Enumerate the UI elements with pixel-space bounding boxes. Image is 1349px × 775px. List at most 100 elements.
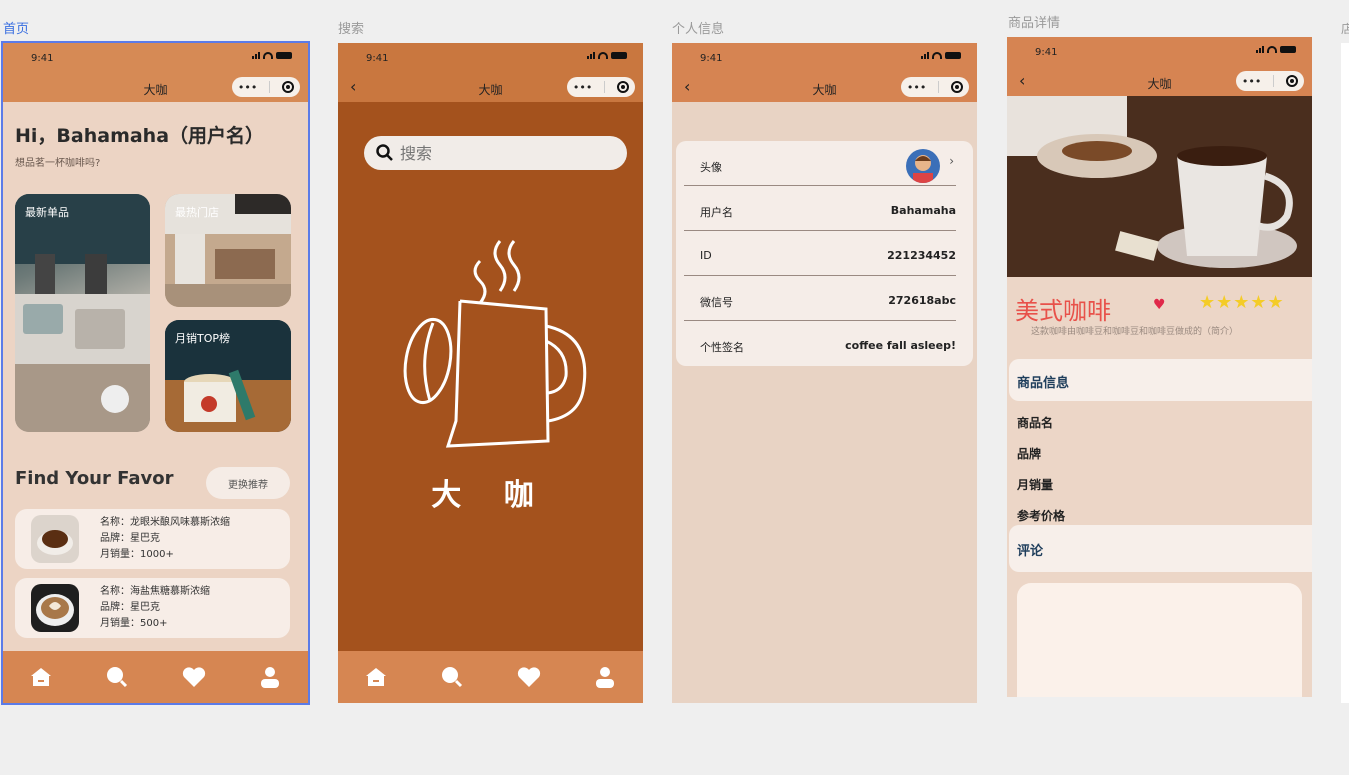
recommendation-item[interactable]: 名称：海盐焦糖慕斯浓缩 品牌：星巴克 月销量：500+ (15, 578, 290, 638)
profile-row-id[interactable]: ID 221234452 (684, 231, 956, 276)
wifi-icon (932, 52, 942, 59)
profile-key: 个性签名 (700, 341, 744, 354)
home-frame[interactable]: 9:41 大咖 ••• Hi，Bahamaha（用户名） 想品茗一杯咖啡吗? 最… (1, 41, 310, 705)
profile-value: Bahamaha (890, 204, 956, 217)
greeting-subtitle: 想品茗一杯咖啡吗? (15, 158, 101, 169)
profile-value: 221234452 (887, 249, 956, 262)
nav-bar: ‹ 大咖 ••• (1007, 67, 1312, 96)
avatar[interactable] (906, 149, 940, 183)
search-icon[interactable] (103, 663, 131, 691)
detail-header: 9:41 ‹ 大咖 ••• (1007, 37, 1312, 96)
battery-icon (945, 52, 961, 59)
capsule-menu[interactable]: ••• (232, 77, 300, 97)
capsule-menu[interactable]: ••• (567, 77, 635, 97)
search-icon (376, 144, 393, 161)
recommendation-brand: 品牌：星巴克 (100, 533, 160, 544)
more-icon[interactable]: ••• (238, 81, 257, 94)
frame-label-home[interactable]: 首页 (3, 18, 29, 37)
frame-label-profile[interactable]: 个人信息 (672, 18, 724, 37)
close-miniprogram-icon[interactable] (282, 81, 295, 93)
home-header: 9:41 大咖 ••• (3, 43, 308, 102)
capsule-divider (604, 81, 606, 93)
profile-key: 微信号 (700, 296, 733, 309)
close-miniprogram-icon[interactable] (951, 81, 964, 93)
card-hot-store[interactable]: 最热门店 (165, 194, 291, 307)
greeting: Hi，Bahamaha（用户名） (15, 125, 265, 147)
profile-row-wechat[interactable]: 微信号 272618abc (684, 276, 956, 321)
capsule-divider (269, 81, 271, 93)
capsule-menu[interactable]: ••• (1236, 71, 1304, 91)
wifi-icon (263, 52, 273, 59)
section-title: 商品信息 (1017, 376, 1070, 391)
product-detail-frame[interactable]: 9:41 ‹ 大咖 ••• 美式咖啡 ♥ ★★★★★ 这款咖啡由咖啡豆和咖啡豆和… (1007, 37, 1312, 697)
search-icon[interactable] (438, 663, 466, 691)
battery-icon (611, 52, 627, 59)
battery-icon (276, 52, 292, 59)
close-miniprogram-icon[interactable] (617, 81, 630, 93)
recommendation-info: 名称：龙眼米酿风味慕斯浓缩 品牌：星巴克 月销量：1000+ (100, 515, 230, 563)
tab-bar (3, 651, 308, 703)
field-monthly-sales: 月销量 (1017, 478, 1054, 492)
frame-label-search[interactable]: 搜索 (338, 18, 364, 37)
wifi-icon (598, 52, 608, 59)
brand-logo-text: 大 咖 (431, 478, 550, 513)
recommendation-brand: 品牌：星巴克 (100, 602, 160, 613)
profile-key: 用户名 (700, 206, 733, 219)
signal-icon (587, 52, 595, 59)
status-icons (587, 52, 627, 59)
find-your-favor-title: Find Your Favor (15, 468, 174, 489)
card-newest[interactable]: 最新单品 (15, 194, 150, 432)
search-frame[interactable]: 9:41 ‹ 大咖 ••• 大 咖 (338, 43, 643, 703)
profile-row-username[interactable]: 用户名 Bahamaha (684, 186, 956, 231)
close-miniprogram-icon[interactable] (1286, 75, 1299, 87)
profile-list: 头像 › 用户名 Bahamaha ID 221234452 微信号 27261… (676, 141, 973, 366)
home-icon[interactable] (27, 663, 55, 691)
battery-icon (1280, 46, 1296, 53)
recommendation-sales: 月销量：500+ (100, 618, 168, 629)
chevron-right-icon[interactable]: › (949, 154, 954, 168)
status-time: 9:41 (31, 53, 54, 64)
frame-label-detail[interactable]: 商品详情 (1008, 12, 1060, 31)
search-input[interactable] (400, 143, 600, 163)
card-top-monthly-label: 月销TOP榜 (175, 332, 231, 345)
signal-icon (921, 52, 929, 59)
favorite-heart-icon[interactable]: ♥ (1153, 297, 1166, 313)
status-bar: 9:41 (3, 43, 308, 73)
profile-key: 头像 (700, 161, 722, 174)
heart-icon[interactable] (180, 663, 208, 691)
profile-frame[interactable]: 9:41 ‹ 大咖 ••• 头像 › 用户名 Bahamaha ID 22123… (672, 43, 977, 703)
section-product-info[interactable]: 商品信息 (1009, 359, 1312, 401)
card-newest-label: 最新单品 (25, 206, 69, 219)
switch-recommendation-button[interactable]: 更换推荐 (206, 467, 290, 499)
frame-label-store[interactable]: 店 (1341, 20, 1349, 37)
card-top-monthly[interactable]: 月销TOP榜 (165, 320, 291, 432)
capsule-menu[interactable]: ••• (901, 77, 969, 97)
user-icon[interactable] (591, 663, 619, 691)
profile-row-signature[interactable]: 个性签名 coffee fall asleep! (684, 321, 956, 366)
status-icons (921, 52, 961, 59)
coffee-logo-icon (403, 240, 587, 448)
nav-bar: ‹ 大咖 ••• (338, 73, 643, 102)
comments-box[interactable] (1017, 583, 1302, 697)
heart-icon[interactable] (515, 663, 543, 691)
signal-icon (1256, 46, 1264, 53)
section-comments[interactable]: 评论 (1009, 525, 1312, 572)
status-icons (252, 52, 292, 59)
profile-key: ID (700, 249, 712, 262)
home-icon[interactable] (362, 663, 390, 691)
nav-bar: ‹ 大咖 ••• (672, 73, 977, 102)
search-header: 9:41 ‹ 大咖 ••• (338, 43, 643, 102)
wifi-icon (1267, 46, 1277, 53)
recommendation-sales: 月销量：1000+ (100, 549, 174, 560)
more-icon[interactable]: ••• (573, 81, 592, 94)
latte-thumbnail (31, 584, 79, 632)
profile-row-avatar[interactable]: 头像 › (684, 141, 956, 186)
recommendation-item[interactable]: 名称：龙眼米酿风味慕斯浓缩 品牌：星巴克 月销量：1000+ (15, 509, 290, 569)
signal-icon (252, 52, 260, 59)
more-icon[interactable]: ••• (907, 81, 926, 94)
user-icon[interactable] (256, 663, 284, 691)
more-icon[interactable]: ••• (1242, 75, 1261, 88)
store-frame-edge (1341, 43, 1349, 703)
search-bar[interactable] (364, 136, 627, 170)
status-time: 9:41 (366, 53, 389, 64)
